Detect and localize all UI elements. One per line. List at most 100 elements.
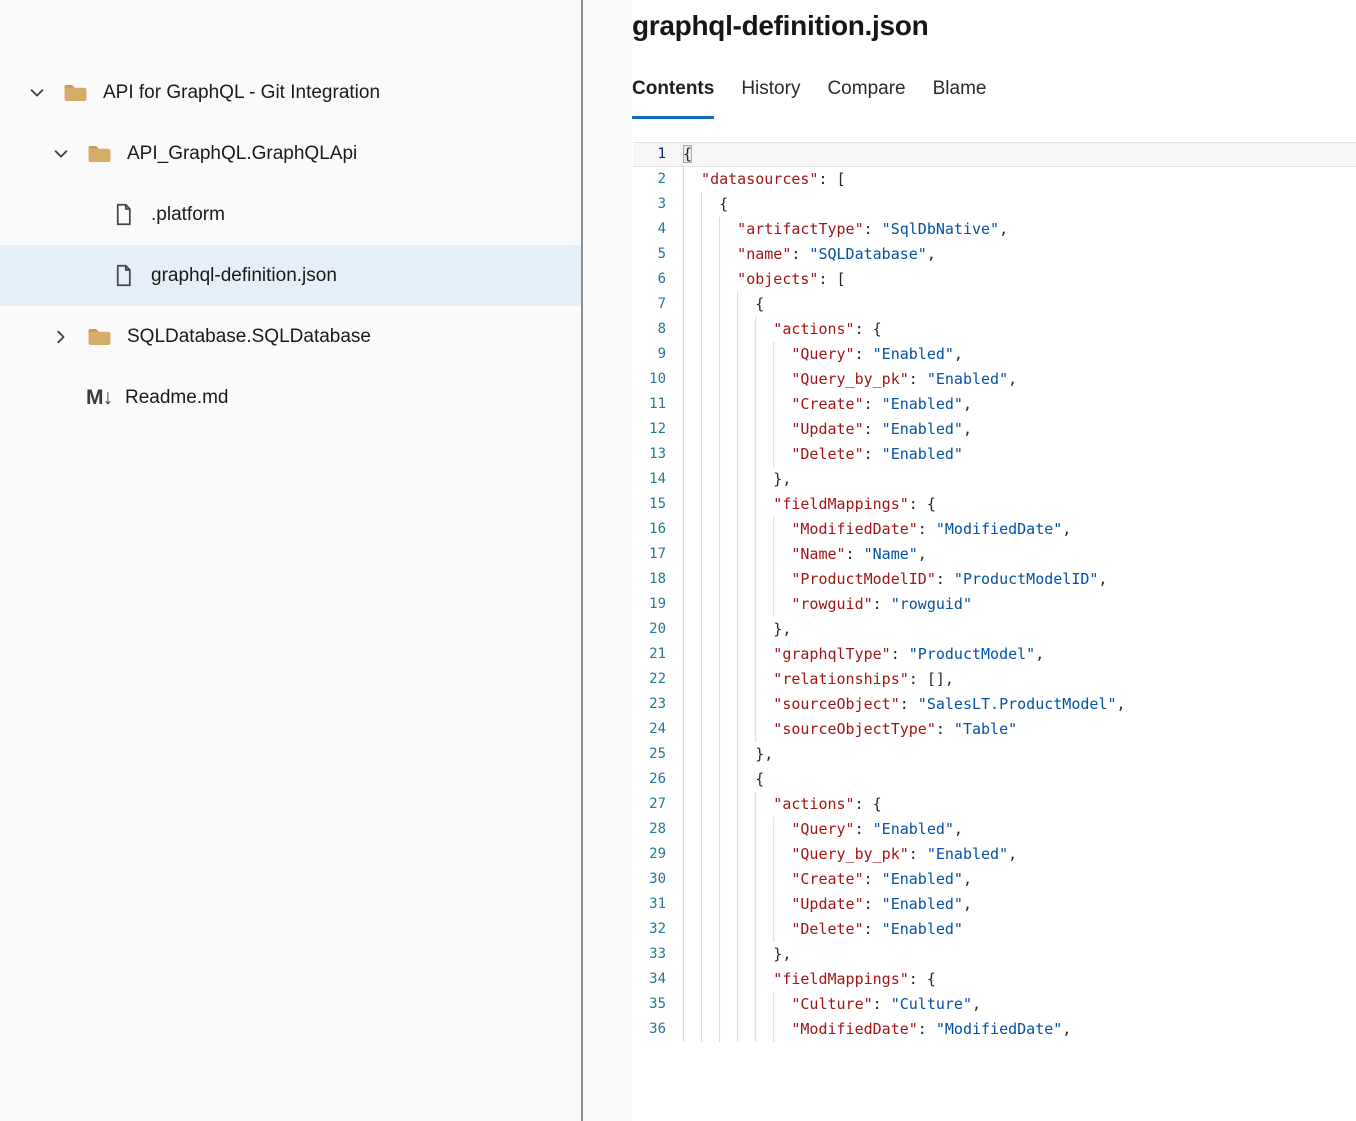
chevron-down-icon[interactable] — [26, 82, 48, 104]
code-tokens: "ModifiedDate": "ModifiedDate", — [791, 517, 1071, 542]
line-number: 24 — [633, 717, 683, 742]
file-tree-sidebar: API for GraphQL - Git Integration API_Gr… — [0, 0, 581, 1121]
indent-guides — [683, 642, 773, 667]
line-number: 28 — [633, 817, 683, 842]
code-tokens: }, — [773, 942, 791, 967]
line-number: 33 — [633, 942, 683, 967]
line-number: 1 — [633, 142, 683, 167]
tab-compare[interactable]: Compare — [827, 78, 905, 119]
tree-item-sqldatabase-folder[interactable]: SQLDatabase.SQLDatabase — [0, 306, 581, 367]
code-line[interactable]: 33}, — [633, 942, 1356, 967]
code-line[interactable]: 9"Query": "Enabled", — [633, 342, 1356, 367]
indent-guides — [683, 1017, 791, 1042]
line-number: 20 — [633, 617, 683, 642]
line-number: 10 — [633, 367, 683, 392]
chevron-right-icon[interactable] — [50, 326, 72, 348]
indent-guides — [683, 867, 791, 892]
indent-guides — [683, 742, 755, 767]
chevron-down-icon[interactable] — [50, 143, 72, 165]
code-line[interactable]: 20}, — [633, 617, 1356, 642]
code-line[interactable]: 21"graphqlType": "ProductModel", — [633, 642, 1356, 667]
page-title: graphql-definition.json — [632, 10, 1356, 42]
code-line[interactable]: 17"Name": "Name", — [633, 542, 1356, 567]
code-tokens: "Update": "Enabled", — [791, 417, 972, 442]
code-line[interactable]: 5"name": "SQLDatabase", — [633, 242, 1356, 267]
code-line[interactable]: 8"actions": { — [633, 317, 1356, 342]
line-number: 25 — [633, 742, 683, 767]
line-number: 30 — [633, 867, 683, 892]
code-tokens: "graphqlType": "ProductModel", — [773, 642, 1044, 667]
indent-guides — [683, 992, 791, 1017]
line-number: 19 — [633, 592, 683, 617]
code-line[interactable]: 14}, — [633, 467, 1356, 492]
code-tokens: }, — [773, 467, 791, 492]
tree-item-readme-file[interactable]: M↓ Readme.md — [0, 367, 581, 428]
indent-guides — [683, 817, 791, 842]
code-line[interactable]: 18 "ProductModelID": "ProductModelID", — [633, 567, 1356, 592]
panel-gutter — [583, 0, 632, 1121]
code-line[interactable]: 36"ModifiedDate": "ModifiedDate", — [633, 1017, 1356, 1042]
code-tokens: "Create": "Enabled", — [791, 392, 972, 417]
code-line[interactable]: 30 "Create": "Enabled", — [633, 867, 1356, 892]
code-line[interactable]: 3{ — [633, 192, 1356, 217]
tree-item-label: Readme.md — [125, 387, 229, 409]
code-tokens: "Create": "Enabled", — [791, 867, 972, 892]
code-line[interactable]: 32"Delete": "Enabled" — [633, 917, 1356, 942]
code-line[interactable]: 24"sourceObjectType": "Table" — [633, 717, 1356, 742]
tab-blame[interactable]: Blame — [933, 78, 987, 119]
code-tokens: "Culture": "Culture", — [791, 992, 981, 1017]
code-tokens: "ProductModelID": "ProductModelID", — [791, 567, 1107, 592]
tree-item-graphql-definition-file[interactable]: graphql-definition.json — [0, 245, 581, 306]
code-tokens: { — [755, 292, 764, 317]
indent-guides — [683, 417, 791, 442]
code-line[interactable]: 35"Culture": "Culture", — [633, 992, 1356, 1017]
code-line[interactable]: 4"artifactType": "SqlDbNative", — [633, 217, 1356, 242]
code-line[interactable]: 11 "Create": "Enabled", — [633, 392, 1356, 417]
indent-guides — [683, 367, 791, 392]
indent-guides — [683, 617, 773, 642]
code-line[interactable]: 23"sourceObject": "SalesLT.ProductModel"… — [633, 692, 1356, 717]
code-line[interactable]: 6"objects": [ — [633, 267, 1356, 292]
tree-item-graphqlapi-folder[interactable]: API_GraphQL.GraphQLApi — [0, 123, 581, 184]
code-line[interactable]: 31"Update": "Enabled", — [633, 892, 1356, 917]
indent-guides — [683, 917, 791, 942]
indent-guides — [683, 667, 773, 692]
line-number: 26 — [633, 767, 683, 792]
code-line[interactable]: 2"datasources": [ — [633, 167, 1356, 192]
line-number: 5 — [633, 242, 683, 267]
code-line[interactable]: 1{ — [633, 142, 1356, 167]
indent-guides — [683, 317, 773, 342]
code-line[interactable]: 13 "Delete": "Enabled" — [633, 442, 1356, 467]
code-line[interactable]: 15"fieldMappings": { — [633, 492, 1356, 517]
line-number: 6 — [633, 267, 683, 292]
repo-file-viewer: API for GraphQL - Git Integration API_Gr… — [0, 0, 1356, 1121]
tree-item-repo-root[interactable]: API for GraphQL - Git Integration — [0, 62, 581, 123]
code-line[interactable]: 12"Update": "Enabled", — [633, 417, 1356, 442]
line-number: 18 — [633, 567, 683, 592]
folder-icon — [86, 142, 112, 166]
code-line[interactable]: 27"actions": { — [633, 792, 1356, 817]
indent-guides — [683, 442, 791, 467]
code-editor[interactable]: 1{2"datasources": [3{4"artifactType": "S… — [633, 142, 1356, 1121]
code-line[interactable]: 25}, — [633, 742, 1356, 767]
code-tokens: "relationships": [], — [773, 667, 954, 692]
line-number: 36 — [633, 1017, 683, 1042]
indent-guides — [683, 242, 737, 267]
tab-history[interactable]: History — [741, 78, 800, 119]
line-number: 11 — [633, 392, 683, 417]
line-number: 13 — [633, 442, 683, 467]
code-line[interactable]: 16"ModifiedDate": "ModifiedDate", — [633, 517, 1356, 542]
tab-contents[interactable]: Contents — [632, 78, 714, 119]
code-line[interactable]: 22"relationships": [], — [633, 667, 1356, 692]
code-tokens: "Delete": "Enabled" — [791, 442, 963, 467]
code-line[interactable]: 19"rowguid": "rowguid" — [633, 592, 1356, 617]
code-line[interactable]: 26{ — [633, 767, 1356, 792]
code-line[interactable]: 34"fieldMappings": { — [633, 967, 1356, 992]
code-line[interactable]: 29"Query_by_pk": "Enabled", — [633, 842, 1356, 867]
code-line[interactable]: 10 "Query_by_pk": "Enabled", — [633, 367, 1356, 392]
code-line[interactable]: 28"Query": "Enabled", — [633, 817, 1356, 842]
folder-icon — [86, 325, 112, 349]
tree-item-platform-file[interactable]: .platform — [0, 184, 581, 245]
code-line[interactable]: 7{ — [633, 292, 1356, 317]
code-tokens: "Query_by_pk": "Enabled", — [791, 367, 1017, 392]
